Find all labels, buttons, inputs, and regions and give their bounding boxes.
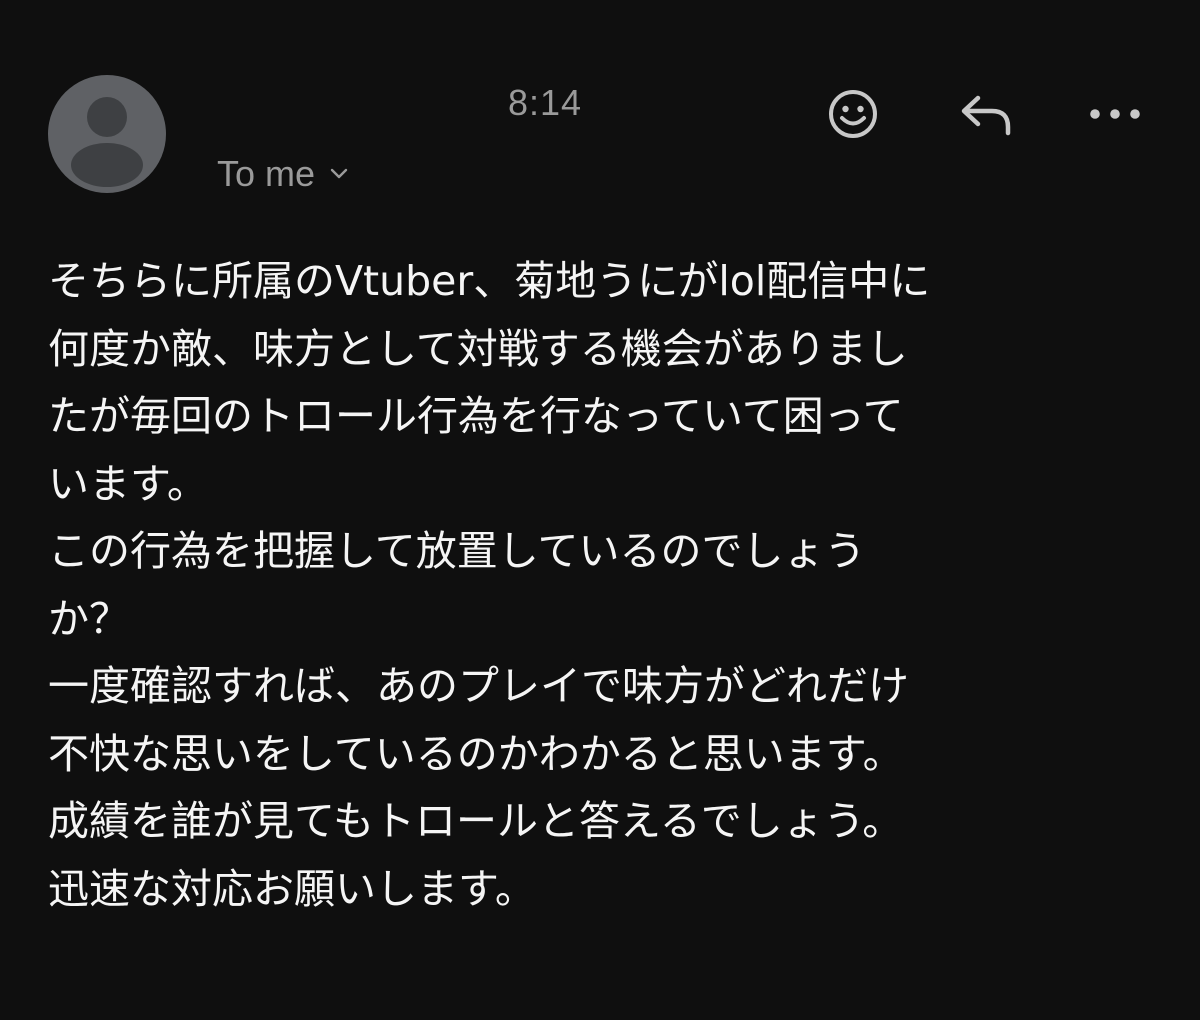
sender-avatar[interactable] <box>48 75 166 193</box>
message-time: 8:14 <box>508 82 583 123</box>
message-line: この行為を把握して放置しているのでしょう <box>48 527 866 575</box>
message-line: 迅速な対応お願いします。 <box>48 864 536 913</box>
smiley-face-icon <box>829 90 877 138</box>
message-line: 成績を誰が見てもトロールと答えるでしょう。 <box>48 797 904 845</box>
message-line: か？ <box>48 594 130 643</box>
reply-arrow-icon <box>961 95 1011 136</box>
message-line: 不快な思いをしているのかわかると思います。 <box>48 729 904 778</box>
message-line: そちらに所属のVtuber、菊地うにがlol配信中に <box>48 257 931 305</box>
chevron-down-icon <box>330 168 348 179</box>
person-icon <box>71 97 143 187</box>
add-reaction-button[interactable] <box>821 82 885 146</box>
recipient-label: To me <box>217 153 316 194</box>
reply-button[interactable] <box>953 82 1017 146</box>
message-line: たが毎回のトロール行為を行なっていて困って <box>48 392 904 440</box>
message-line: 一度確認すれば、あのプレイで味方がどれだけ <box>48 662 909 710</box>
more-options-button[interactable] <box>1083 82 1147 146</box>
message-body: そちらに所属のVtuber、菊地うにがlol配信中に 何度か敵、味方として対戦す… <box>48 248 1168 923</box>
more-horizontal-icon <box>1090 109 1140 119</box>
recipient-details-toggle[interactable]: To me <box>217 152 349 196</box>
message-line: います。 <box>48 459 208 508</box>
message-line: 何度か敵、味方として対戦する機会がありまし <box>48 324 908 373</box>
message-header: 8:14 To me <box>0 0 1200 210</box>
